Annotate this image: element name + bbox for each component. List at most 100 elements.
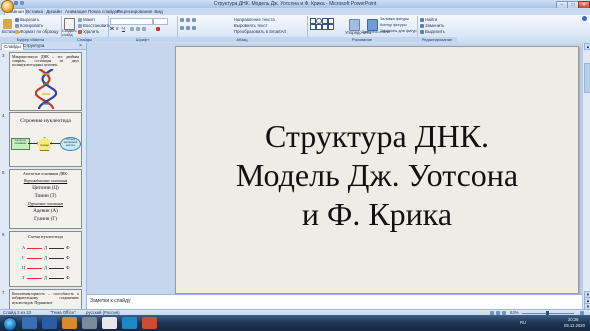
replace-icon: [420, 24, 424, 28]
select-icon: [420, 30, 424, 34]
bond-line: [27, 268, 42, 269]
nucleotide-letter: Ф: [66, 275, 70, 280]
media-icon[interactable]: [82, 317, 97, 329]
layout-icon: [78, 18, 82, 22]
font-group: Ж К Ч Шрифт: [108, 16, 178, 42]
align-left-icon[interactable]: [180, 26, 184, 30]
cut-icon: [15, 18, 19, 22]
powerpoint-icon[interactable]: [142, 317, 157, 329]
thumb-title: Схема нуклеотида: [27, 234, 63, 239]
layout-button[interactable]: Макет: [83, 17, 95, 22]
thumb-line: Азотистые основания ДНК:: [22, 172, 68, 176]
notes-placeholder[interactable]: Заметки к слайду: [90, 298, 131, 304]
slide-thumbnail-4[interactable]: Строение нуклеотида Азотистое основание …: [9, 112, 82, 167]
slide-thumbnail-3[interactable]: Макромолекула ДНК – это двойная спираль,…: [9, 52, 82, 111]
delete-button[interactable]: Удалить: [83, 29, 99, 34]
current-slide[interactable]: Структура ДНК. Модель Дж. Уотсона и Ф. К…: [175, 46, 579, 294]
font-name-field[interactable]: [110, 18, 153, 25]
taskbar: RU 20:26 09.12.2020: [0, 315, 590, 331]
new-slide-button[interactable]: Создать слайд: [62, 29, 77, 37]
strikethrough-icon[interactable]: [130, 27, 134, 31]
clipboard-label: Буфер обмена: [0, 37, 61, 42]
start-button[interactable]: [3, 317, 17, 331]
bullets-icon[interactable]: [180, 18, 184, 22]
slide-thumbnail-5[interactable]: Азотистые основания ДНК: Пиримидиновые о…: [9, 169, 82, 229]
nucleotide-letter: Ф: [66, 245, 70, 250]
nucleotide-letter: Д: [44, 265, 48, 270]
nucleotide-letter: Д: [44, 245, 48, 250]
editing-label: Редактирование: [417, 37, 457, 42]
vertical-scrollbar[interactable]: ▲ ▼ ▲ ▼: [582, 43, 590, 310]
explorer-icon[interactable]: [22, 317, 37, 329]
clock-date[interactable]: 09.12.2020: [564, 323, 585, 328]
pane-close-icon[interactable]: ×: [79, 43, 82, 49]
select-button[interactable]: Выделить: [425, 29, 445, 34]
find-button[interactable]: Найти: [425, 17, 437, 22]
shape-effects-button[interactable]: Эффекты для фигур: [380, 29, 416, 34]
scroll-thumb[interactable]: [584, 63, 590, 93]
smartart-button[interactable]: Преобразовать в SmartArt: [234, 29, 286, 34]
language-tray[interactable]: RU: [520, 320, 526, 325]
thumb-line: Тимин (Т): [34, 194, 57, 199]
spacing-icon[interactable]: [142, 27, 146, 31]
underline-button[interactable]: Ч: [122, 26, 125, 31]
sugar-shape: Сахар: [37, 137, 52, 151]
thumb-line: Пуриновые основания: [27, 202, 64, 206]
notes-pane[interactable]: Заметки к слайду: [87, 294, 582, 310]
thumb-line: Пиримидиновые основания: [23, 179, 68, 183]
thumb-number: 7: [2, 290, 5, 295]
font-color-icon[interactable]: [156, 27, 160, 31]
slide-title[interactable]: Структура ДНК. Модель Дж. Уотсона и Ф. К…: [176, 117, 578, 234]
indent-icon[interactable]: [192, 18, 196, 22]
text-direction-button[interactable]: Направление текста: [234, 17, 275, 22]
thumb-number: 3: [2, 53, 5, 58]
format-painter-button[interactable]: Формат по образцу: [20, 29, 59, 34]
paste-icon: [3, 19, 12, 29]
font-size-field[interactable]: [153, 18, 168, 25]
delete-icon: [78, 30, 82, 34]
bond-line: [27, 248, 42, 249]
clock-time[interactable]: 20:26: [568, 317, 578, 322]
undo-icon[interactable]: [20, 1, 24, 5]
copy-icon: [15, 24, 19, 28]
yandex-icon[interactable]: [102, 317, 117, 329]
ie-icon[interactable]: [42, 317, 57, 329]
slide-title-line-3: и Ф. Крика: [301, 196, 453, 232]
callout-shape-icon[interactable]: [328, 24, 334, 30]
replace-button[interactable]: Заменить: [425, 23, 444, 28]
italic-button[interactable]: К: [116, 26, 119, 31]
save-icon[interactable]: [14, 1, 18, 5]
thumb-line: Аденин (А): [33, 209, 58, 214]
ribbon: Вставить Вырезать Копировать Формат по о…: [0, 15, 590, 44]
folder-icon[interactable]: [62, 317, 77, 329]
bond-line: [49, 258, 64, 259]
bond-line: [50, 143, 60, 144]
numbering-icon[interactable]: [186, 18, 190, 22]
align-right-icon[interactable]: [192, 26, 196, 30]
window-title: Структура ДНК. Модель Дж. Уотсона и Ф. К…: [213, 1, 377, 7]
nucleotide-letter: Ф: [66, 255, 70, 260]
shadow-icon[interactable]: [136, 27, 140, 31]
slide-thumbnail-6[interactable]: Схема нуклеотида А Д Ф Г Д Ф Ц Д Ф Т Д Ф: [9, 231, 82, 287]
align-center-icon[interactable]: [186, 26, 190, 30]
reset-button[interactable]: Восстановить: [83, 23, 111, 28]
font-label: Шрифт: [108, 37, 177, 42]
scroll-up-icon[interactable]: ▲: [584, 43, 590, 50]
thumb-line: Гуанин (Г): [34, 217, 57, 222]
app-icon[interactable]: [122, 317, 137, 329]
bold-button[interactable]: Ж: [110, 26, 114, 31]
bond-line: [27, 278, 42, 279]
nucleotide-letter: Ф: [66, 265, 70, 270]
shape-outline-button[interactable]: Контур фигуры: [380, 23, 407, 28]
nucleotide-letter: Т: [22, 275, 25, 280]
reset-icon: [78, 24, 82, 28]
nucleotide-letter: Ц: [22, 265, 26, 270]
cut-button[interactable]: Вырезать: [20, 17, 39, 22]
thumb-text: Макромолекула ДНК – это двойная спираль,…: [12, 55, 79, 67]
help-icon[interactable]: [582, 16, 587, 21]
tab-outline[interactable]: Структура: [21, 43, 46, 49]
shape-fill-button[interactable]: Заливка фигуры: [380, 17, 409, 22]
align-text-button[interactable]: Выровнять текст: [234, 23, 267, 28]
copy-button[interactable]: Копировать: [20, 23, 43, 28]
office-button[interactable]: [1, 0, 14, 13]
